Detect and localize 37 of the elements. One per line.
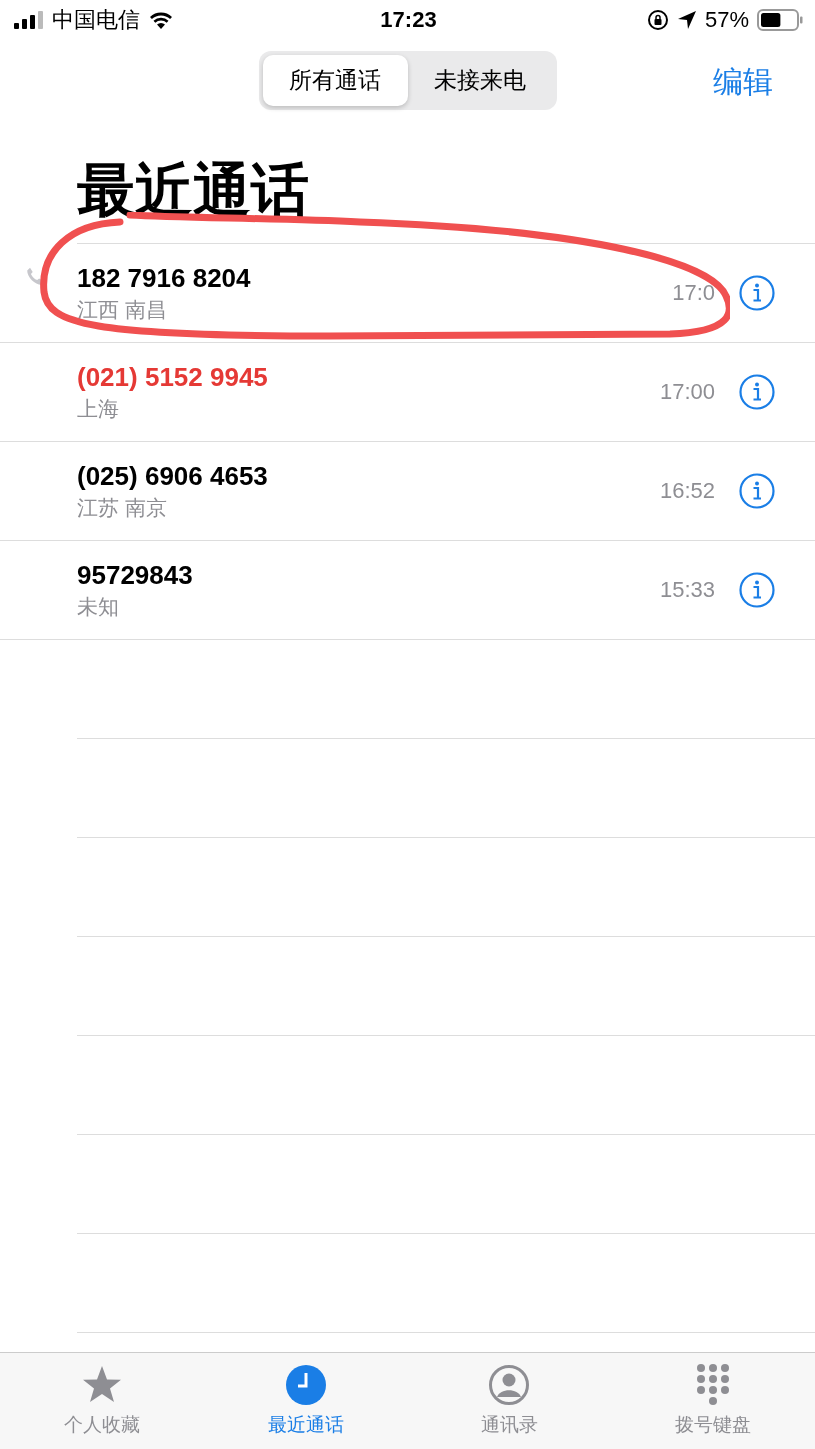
location-arrow-icon — [676, 10, 697, 30]
call-time: 17:00 — [659, 379, 715, 405]
call-time: 15:33 — [659, 577, 715, 603]
phone-number: (025) 6906 4653 — [77, 460, 269, 492]
tab-bar-item[interactable]: 个人收藏 — [0, 1353, 204, 1449]
call-time: 16:52 — [659, 478, 715, 504]
signal-icon — [14, 11, 44, 29]
phone-number: 95729843 — [77, 559, 194, 591]
call-time: 17:0 — [672, 280, 715, 306]
segment-tab[interactable]: 未接来电 — [407, 54, 553, 106]
call-location: 上海 — [77, 395, 120, 422]
person-icon — [488, 1364, 531, 1406]
battery-icon — [757, 9, 803, 31]
call-location: 未知 — [77, 593, 120, 620]
info-button[interactable] — [739, 374, 775, 410]
tab-bar-item[interactable]: 通讯录 — [407, 1353, 612, 1449]
phone-number: (021) 5152 9945 — [77, 361, 269, 393]
info-button[interactable] — [739, 473, 775, 509]
info-icon — [739, 275, 775, 311]
info-icon — [739, 473, 775, 509]
battery-percent: 57% — [704, 7, 749, 33]
info-button[interactable] — [739, 572, 775, 608]
info-button[interactable] — [739, 275, 775, 311]
wifi-icon — [148, 10, 174, 30]
info-icon — [739, 374, 775, 410]
call-location: 江西 南昌 — [77, 296, 168, 323]
phone-number: 182 7916 8204 — [77, 262, 252, 294]
edit-button[interactable]: 编辑 — [711, 58, 775, 107]
call-location: 江苏 南京 — [77, 494, 168, 521]
status-time: 17:23 — [380, 7, 437, 33]
info-icon — [739, 572, 775, 608]
tab-bar-item[interactable]: 拨号键盘 — [611, 1353, 815, 1449]
tab-bar-item[interactable]: 最近通话 — [203, 1353, 408, 1449]
rotation-lock-icon — [646, 9, 669, 31]
carrier-name: 中国电信 — [52, 6, 140, 34]
clock-icon — [284, 1364, 327, 1406]
segment-tab[interactable]: 所有通话 — [262, 54, 408, 106]
